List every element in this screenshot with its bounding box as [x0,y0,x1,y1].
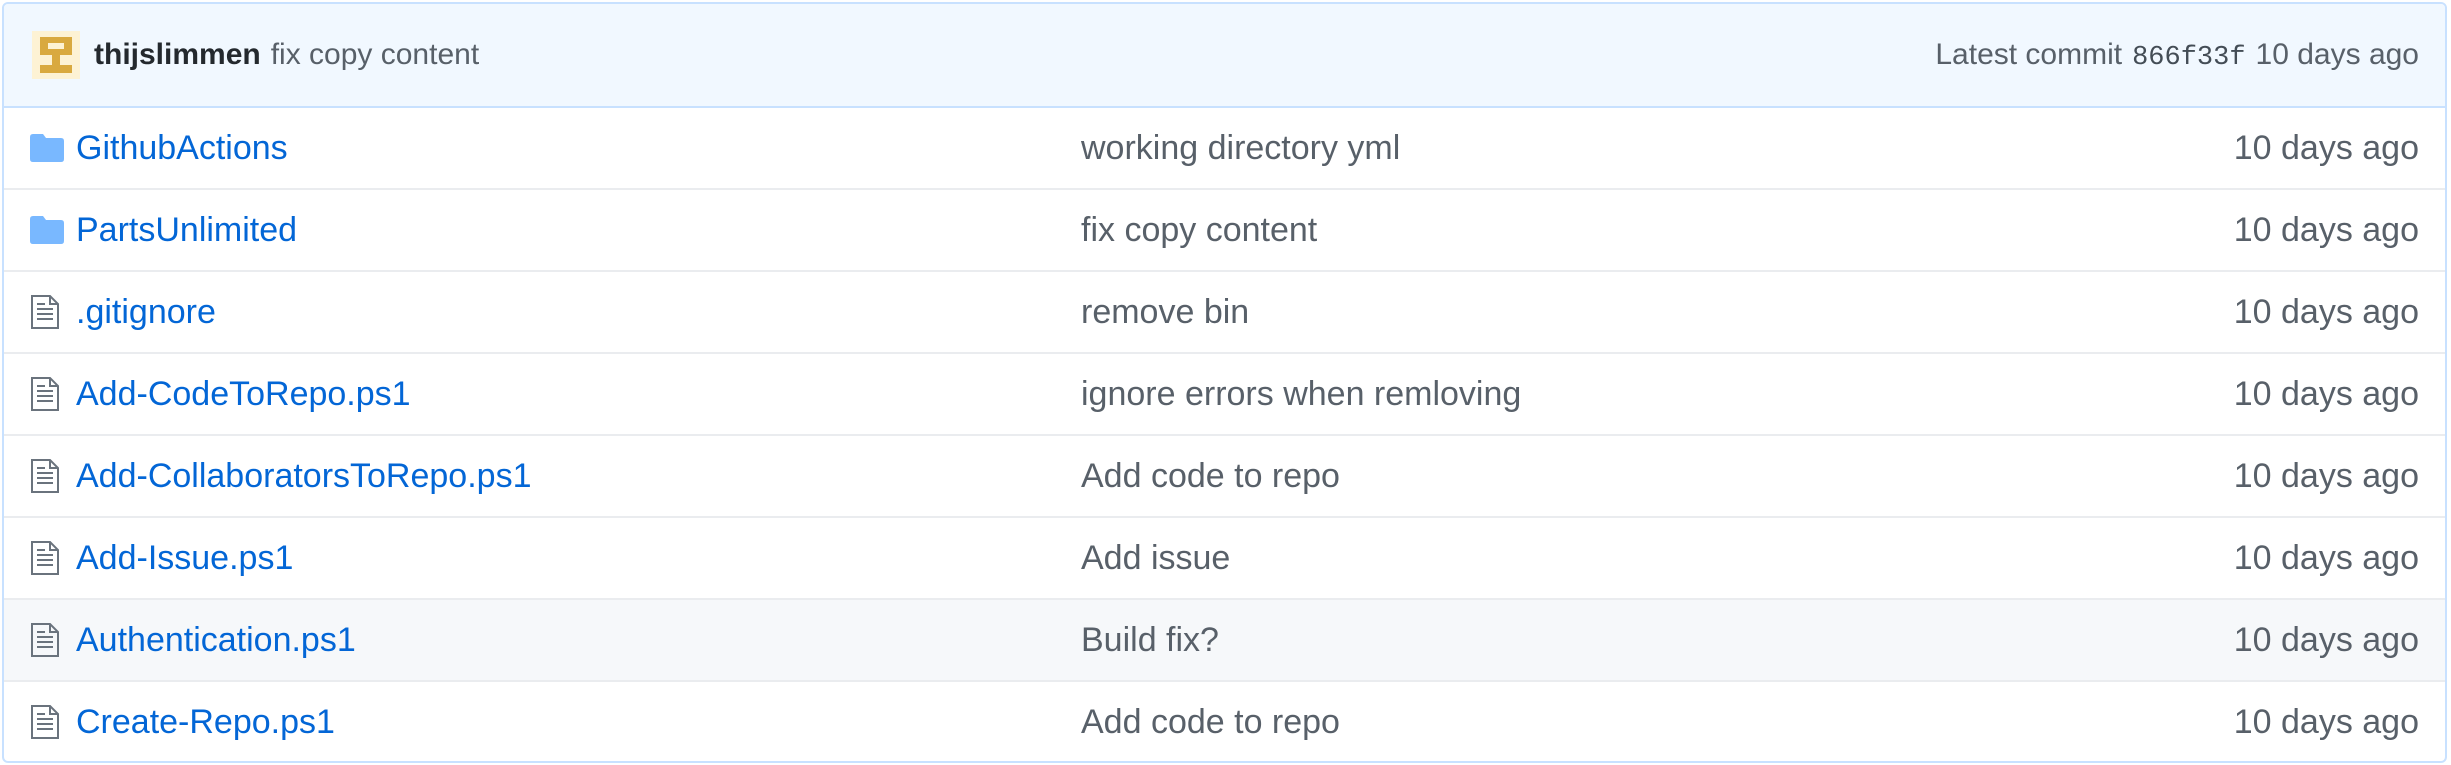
file-row: PartsUnlimited fix copy content 10 days … [4,188,2445,270]
file-age: 10 days ago [2233,292,2419,331]
file-icon [30,377,76,411]
file-row: Add-CodeToRepo.ps1 ignore errors when re… [4,352,2445,434]
file-icon [30,705,76,739]
file-commit-message-link[interactable]: Add code to repo [1081,703,1340,741]
commit-author-link[interactable]: thijslimmen [94,38,261,72]
file-commit-message-link[interactable]: working directory yml [1081,129,1400,167]
file-commit-message-link[interactable]: Add issue [1081,539,1230,577]
file-navigation: thijslimmen fix copy content Latest comm… [2,2,2447,763]
file-commit-message-link[interactable]: Add code to repo [1081,457,1340,495]
file-name-link[interactable]: .gitignore [76,293,216,331]
file-row: GithubActions working directory yml 10 d… [4,108,2445,188]
avatar[interactable] [32,31,80,79]
file-name-link[interactable]: Add-CodeToRepo.ps1 [76,375,411,413]
file-icon [30,295,76,329]
file-age: 10 days ago [2233,456,2419,495]
folder-icon [30,134,76,162]
file-icon [30,459,76,493]
file-age: 10 days ago [2233,210,2419,249]
file-age: 10 days ago [2233,538,2419,577]
file-icon [30,541,76,575]
file-commit-message-link[interactable]: Build fix? [1081,621,1219,659]
file-age: 10 days ago [2233,128,2419,167]
commit-meta: Latest commit 866f33f 10 days ago [1935,38,2419,73]
identicon-icon [32,31,80,79]
file-age: 10 days ago [2233,620,2419,659]
file-age: 10 days ago [2233,702,2419,741]
file-name-link[interactable]: Create-Repo.ps1 [76,703,335,741]
file-commit-message-link[interactable]: ignore errors when remloving [1081,375,1521,413]
file-list: GithubActions working directory yml 10 d… [4,108,2445,761]
file-age: 10 days ago [2233,374,2419,413]
commit-age: 10 days ago [2255,37,2419,71]
latest-commit-bar: thijslimmen fix copy content Latest comm… [4,4,2445,108]
file-icon [30,623,76,657]
file-name-link[interactable]: Add-Issue.ps1 [76,539,293,577]
commit-message-link[interactable]: fix copy content [271,38,479,72]
file-commit-message-link[interactable]: remove bin [1081,293,1249,331]
file-name-link[interactable]: Add-CollaboratorsToRepo.ps1 [76,457,531,495]
file-row: Create-Repo.ps1 Add code to repo 10 days… [4,680,2445,761]
file-name-link[interactable]: Authentication.ps1 [76,621,356,659]
file-name-link[interactable]: GithubActions [76,129,288,167]
commit-sha-link[interactable]: 866f33f [2132,43,2245,73]
file-row: Add-Issue.ps1 Add issue 10 days ago [4,516,2445,598]
file-row: Authentication.ps1 Build fix? 10 days ag… [4,598,2445,680]
file-row: Add-CollaboratorsToRepo.ps1 Add code to … [4,434,2445,516]
latest-commit-label: Latest commit [1935,37,2123,71]
folder-icon [30,216,76,244]
file-row: .gitignore remove bin 10 days ago [4,270,2445,352]
file-commit-message-link[interactable]: fix copy content [1081,211,1317,249]
file-name-link[interactable]: PartsUnlimited [76,211,297,249]
